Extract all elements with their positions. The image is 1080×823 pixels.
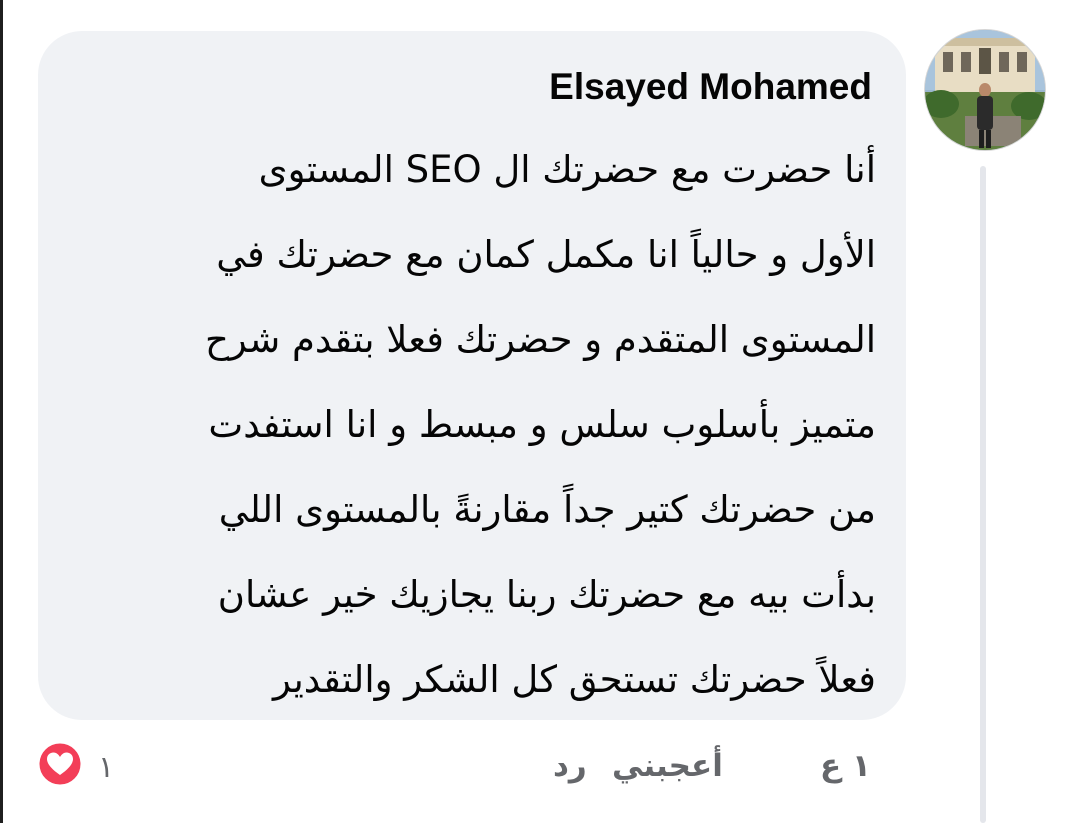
comment-line: من حضرتك كتير جداً مقارنةً بالمستوى اللي (218, 488, 876, 531)
comment-text: أنا حضرت مع حضرتك ال SEO المستوى الأول و… (80, 127, 876, 722)
comment-line: أنا حضرت مع حضرتك ال SEO المستوى (258, 148, 876, 191)
heart-icon[interactable] (36, 740, 84, 788)
comment-line: المستوى المتقدم و حضرتك فعلا بتقدم شرح (204, 318, 876, 361)
comment-line: فعلاً حضرتك تستحق كل الشكر والتقدير (273, 658, 876, 701)
comment-author-name[interactable]: Elsayed Mohamed (549, 66, 872, 108)
comment-line: بدأت بيه مع حضرتك ربنا يجازيك خير عشان (217, 573, 876, 616)
reaction-count[interactable]: ١ (98, 750, 114, 785)
comment-line: متميز بأسلوب سلس و مبسط و انا استفدت (208, 403, 876, 446)
comment-timestamp[interactable]: ١ ع (820, 748, 871, 784)
window-left-edge (0, 0, 3, 823)
comment-line: الأول و حالياً انا مكمل كمان مع حضرتك في (216, 233, 876, 276)
reply-thread-line (980, 166, 986, 823)
reply-button[interactable]: رد (553, 748, 587, 784)
avatar-photo (925, 30, 1045, 150)
like-button[interactable]: أعجبني (612, 748, 723, 784)
avatar[interactable] (925, 30, 1045, 150)
